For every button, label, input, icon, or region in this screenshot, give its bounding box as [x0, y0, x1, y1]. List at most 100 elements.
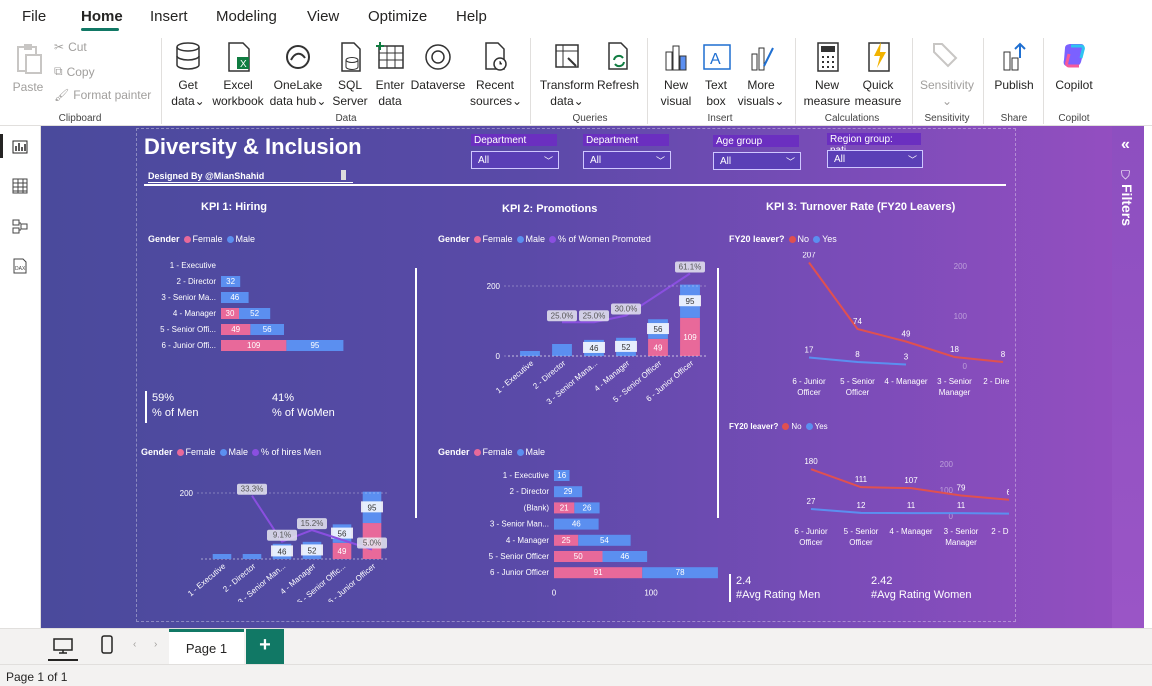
data-label: 56: [338, 530, 347, 539]
category-label: 6 - Junior Officer: [490, 568, 549, 577]
menu-bar: File Home Insert Modeling View Optimize …: [0, 0, 1152, 34]
copy-button[interactable]: ⧉ Copy: [54, 64, 95, 79]
category-label-line2: Officer: [846, 388, 870, 397]
kpi3-title: KPI 3: Turnover Rate (FY20 Leavers): [766, 201, 956, 213]
status-bar: Page 1 of 1: [0, 664, 1152, 686]
menu-optimize[interactable]: Optimize: [368, 8, 427, 25]
paste-button[interactable]: Paste: [8, 42, 48, 95]
transform-icon: [555, 44, 579, 68]
format-painter-button[interactable]: 🖌 Format painter: [54, 88, 151, 102]
dataverse-icon: [425, 44, 451, 70]
desktop-layout-icon[interactable]: [52, 637, 74, 655]
card-accent: [145, 391, 147, 423]
collapse-chevron-icon[interactable]: «: [1121, 136, 1130, 154]
scroll-left-icon[interactable]: ‹: [133, 639, 136, 650]
pct-label: 15.2%: [301, 519, 324, 528]
hiring-bar-chart[interactable]: 1 - Executive 2 - Director 32 3 - Senior Ma…: [141, 252, 381, 358]
menu-insert[interactable]: Insert: [150, 8, 188, 25]
page-tab-page-1[interactable]: Page 1: [169, 629, 244, 664]
data-label: 207: [802, 252, 816, 260]
menu-file[interactable]: File: [22, 8, 46, 25]
x-tick-label: 100: [644, 588, 658, 597]
sensitivity-button[interactable]: Sensitivity ⌄: [918, 40, 976, 109]
menu-view[interactable]: View: [307, 8, 339, 25]
more-visuals-button[interactable]: More visuals⌄: [736, 40, 786, 109]
filters-pane[interactable]: « ⛉ Filters: [1112, 126, 1144, 628]
data-label: 78: [676, 568, 685, 577]
table-view-icon[interactable]: [12, 178, 28, 194]
data-label: 11: [957, 501, 966, 510]
add-page-button[interactable]: +: [246, 629, 284, 664]
excel-workbook-button[interactable]: X Excel workbook: [208, 40, 268, 109]
sql-server-button[interactable]: SQL Server: [330, 40, 370, 109]
turnover-line-chart-2[interactable]: 200100018011110779622712111196 - JuniorO…: [729, 432, 1009, 554]
new-visual-button[interactable]: New visual: [656, 40, 696, 109]
bar-male: [242, 554, 262, 559]
cut-button[interactable]: ✂ Cut: [54, 40, 87, 54]
dataverse-button[interactable]: Dataverse: [410, 40, 466, 93]
transform-data-button[interactable]: Transform data⌄: [538, 40, 596, 109]
category-label: 5 - Senior Offi...: [160, 325, 216, 334]
mobile-layout-icon[interactable]: [100, 635, 114, 655]
model-view-icon[interactable]: [12, 218, 28, 234]
scrollbar[interactable]: [1144, 126, 1152, 628]
y-tick-label: 100: [954, 312, 968, 321]
dax-query-view-icon[interactable]: DAX: [12, 258, 28, 274]
data-label: 49: [231, 325, 240, 334]
sensitivity-icon: [933, 43, 958, 68]
category-label: 6 - Junior: [792, 377, 826, 386]
category-label: 2 - Director: [983, 377, 1009, 386]
menu-home[interactable]: Home: [81, 8, 123, 25]
category-label: 5 - Senior: [840, 377, 875, 386]
slicer-age-group[interactable]: All ﹀: [713, 152, 801, 170]
category-label: 6 - Junior: [794, 527, 828, 536]
brush-icon: 🖌: [54, 88, 70, 102]
card-avg-rating-men-value: 2.4: [736, 575, 752, 587]
scroll-right-icon[interactable]: ›: [154, 639, 157, 650]
copilot-button[interactable]: Copilot: [1050, 40, 1098, 93]
category-label: 4 - Manager: [506, 536, 549, 545]
promotions-bar-chart[interactable]: 1 - Executive 16 2 - Director 29 (Blank) 21 26…: [436, 470, 726, 605]
quick-measure-button[interactable]: Quick measure: [852, 40, 904, 109]
svg-text:X: X: [240, 59, 247, 70]
kpi2-title: KPI 2: Promotions: [502, 203, 598, 215]
text-box-button[interactable]: A Text box: [698, 40, 734, 109]
new-measure-button[interactable]: New measure: [802, 40, 852, 109]
chevron-down-icon: ﹀: [655, 156, 665, 166]
menu-help[interactable]: Help: [456, 8, 487, 25]
data-label: 74: [853, 317, 862, 326]
slicer-label-age-group: Age group: [713, 135, 799, 147]
turnover-line-chart-1[interactable]: 200 100 0 207 74 49 18 8 17 8 3 6 - Junior Officer 5 …: [729, 252, 1009, 402]
text-box-icon: A: [703, 44, 731, 70]
publish-button[interactable]: Publish: [990, 40, 1038, 93]
data-label: 16: [557, 471, 566, 480]
card-women-pct-label: % of WoMen: [272, 407, 335, 419]
recent-sources-button[interactable]: Recent sources⌄: [470, 40, 522, 109]
slicer-label-department-2: Department: [583, 134, 669, 146]
category-label: 3 - Senior Man...: [490, 520, 549, 529]
divider: [983, 38, 984, 124]
hiring-combo-chart[interactable]: 1 - Executive2 - Director463 - Senior Ma…: [141, 460, 411, 602]
filters-label: Filters: [1119, 184, 1135, 227]
group-label-copilot: Copilot: [1058, 113, 1090, 124]
slicer-department-1[interactable]: All ﹀: [471, 151, 559, 169]
onelake-button[interactable]: OneLake data hub⌄: [268, 40, 328, 109]
chevron-down-icon: ﹀: [543, 156, 553, 166]
slicer-department-2[interactable]: All ﹀: [583, 151, 671, 169]
get-data-button[interactable]: Get data⌄: [168, 40, 208, 109]
pct-label: 61.1%: [679, 263, 702, 272]
promotions-combo-chart[interactable]: 1 - Executive2 - Director463 - Senior Ma…: [436, 256, 706, 406]
enter-data-button[interactable]: Enter data: [370, 40, 410, 109]
scroll-indicator: [341, 170, 346, 180]
data-label: 49: [902, 330, 911, 339]
data-label: 46: [230, 293, 239, 302]
menu-modeling[interactable]: Modeling: [216, 8, 277, 25]
slicer-region-group[interactable]: All ﹀: [827, 150, 923, 168]
category-label-line2: Officer: [797, 388, 821, 397]
x-tick-label: 0: [552, 588, 557, 597]
category-label: 2 - Director: [176, 277, 216, 286]
sql-icon: [341, 42, 361, 72]
refresh-button[interactable]: Refresh: [596, 40, 640, 93]
series-line-no: [808, 261, 1004, 363]
report-view-icon[interactable]: [12, 138, 28, 154]
